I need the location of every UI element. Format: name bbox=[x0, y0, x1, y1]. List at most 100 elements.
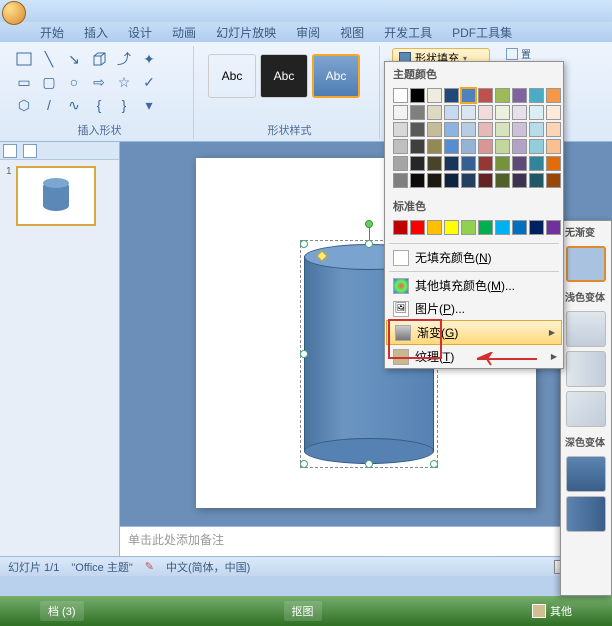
color-swatch[interactable] bbox=[529, 88, 544, 103]
color-swatch[interactable] bbox=[512, 88, 527, 103]
color-swatch[interactable] bbox=[393, 139, 408, 154]
tab-developer[interactable]: 开发工具 bbox=[374, 22, 442, 42]
standard-color-grid[interactable] bbox=[385, 218, 563, 241]
tab-slideshow[interactable]: 幻灯片放映 bbox=[206, 22, 286, 42]
shape-gallery[interactable]: ╲ ↘ ⤴ ✦ ▭ ▢ ○ ⇨ ☆ ✓ ⬡ / ∿ { } ▾ bbox=[12, 48, 187, 116]
color-swatch[interactable] bbox=[546, 220, 561, 235]
resize-handle[interactable] bbox=[365, 240, 373, 248]
taskbar-item[interactable]: 档 (3) bbox=[40, 601, 84, 621]
color-swatch[interactable] bbox=[461, 139, 476, 154]
no-fill-item[interactable]: 无填充颜色(N) bbox=[385, 246, 563, 269]
resize-handle[interactable] bbox=[365, 460, 373, 468]
resize-handle[interactable] bbox=[300, 350, 308, 358]
theme-color-grid[interactable] bbox=[385, 86, 563, 194]
shape-curve-icon[interactable]: ∿ bbox=[62, 94, 86, 116]
shape-freeform-icon[interactable]: ✦ bbox=[137, 48, 161, 70]
color-swatch[interactable] bbox=[546, 122, 561, 137]
color-swatch[interactable] bbox=[444, 88, 459, 103]
color-swatch[interactable] bbox=[529, 122, 544, 137]
no-gradient-thumb[interactable] bbox=[566, 246, 606, 282]
slides-tab-icon[interactable] bbox=[3, 144, 17, 158]
shape-line-icon[interactable]: ╲ bbox=[37, 48, 61, 70]
spellcheck-icon[interactable]: ✎ bbox=[145, 560, 154, 573]
color-swatch[interactable] bbox=[529, 105, 544, 120]
shape-cube-icon[interactable] bbox=[87, 48, 111, 70]
color-swatch[interactable] bbox=[427, 220, 442, 235]
rotate-handle[interactable] bbox=[365, 220, 373, 228]
color-swatch[interactable] bbox=[478, 88, 493, 103]
office-button[interactable] bbox=[2, 1, 26, 25]
color-swatch[interactable] bbox=[444, 220, 459, 235]
color-swatch[interactable] bbox=[410, 105, 425, 120]
color-swatch[interactable] bbox=[546, 88, 561, 103]
shape-more-icon[interactable]: ▾ bbox=[137, 94, 161, 116]
color-swatch[interactable] bbox=[444, 139, 459, 154]
taskbar-item[interactable]: 抠图 bbox=[284, 601, 322, 621]
gradient-thumb[interactable] bbox=[566, 351, 606, 387]
color-swatch[interactable] bbox=[495, 220, 510, 235]
color-swatch[interactable] bbox=[512, 105, 527, 120]
color-swatch[interactable] bbox=[461, 156, 476, 171]
picture-fill-item[interactable]: 🖼 图片(P)... bbox=[385, 297, 563, 320]
color-swatch[interactable] bbox=[393, 156, 408, 171]
color-swatch[interactable] bbox=[495, 173, 510, 188]
color-swatch[interactable] bbox=[444, 105, 459, 120]
color-swatch[interactable] bbox=[444, 173, 459, 188]
tab-review[interactable]: 审阅 bbox=[286, 22, 330, 42]
shape-connector-icon[interactable]: ⤴ bbox=[112, 48, 136, 70]
color-swatch[interactable] bbox=[393, 220, 408, 235]
color-swatch[interactable] bbox=[393, 88, 408, 103]
color-swatch[interactable] bbox=[478, 173, 493, 188]
color-swatch[interactable] bbox=[512, 139, 527, 154]
color-swatch[interactable] bbox=[410, 122, 425, 137]
shape-oval-icon[interactable]: ○ bbox=[62, 71, 86, 93]
color-swatch[interactable] bbox=[461, 88, 476, 103]
color-swatch[interactable] bbox=[495, 156, 510, 171]
taskbar-other[interactable]: 其他 bbox=[550, 603, 572, 619]
gradient-thumb[interactable] bbox=[566, 496, 606, 532]
color-swatch[interactable] bbox=[461, 105, 476, 120]
outline-tab-icon[interactable] bbox=[23, 144, 37, 158]
language-indicator[interactable]: 中文(简体，中国) bbox=[166, 559, 250, 575]
shape-rect-icon[interactable]: ▭ bbox=[12, 71, 36, 93]
panel-tabs[interactable] bbox=[0, 142, 119, 160]
bring-front-button[interactable]: 置 bbox=[506, 46, 531, 61]
color-swatch[interactable] bbox=[478, 105, 493, 120]
shape-approve-icon[interactable]: ✓ bbox=[137, 71, 161, 93]
color-swatch[interactable] bbox=[410, 220, 425, 235]
color-swatch[interactable] bbox=[495, 88, 510, 103]
color-swatch[interactable] bbox=[546, 105, 561, 120]
color-swatch[interactable] bbox=[410, 139, 425, 154]
shape-line2-icon[interactable]: / bbox=[37, 94, 61, 116]
color-swatch-icon[interactable] bbox=[532, 604, 546, 618]
color-swatch[interactable] bbox=[427, 105, 442, 120]
color-swatch[interactable] bbox=[478, 220, 493, 235]
color-swatch[interactable] bbox=[529, 220, 544, 235]
color-swatch[interactable] bbox=[461, 122, 476, 137]
resize-handle[interactable] bbox=[300, 460, 308, 468]
gradient-thumb[interactable] bbox=[566, 391, 606, 427]
more-colors-item[interactable]: 其他填充颜色(M)... bbox=[385, 274, 563, 297]
color-swatch[interactable] bbox=[410, 173, 425, 188]
style-thumb-1[interactable]: Abc bbox=[208, 54, 256, 98]
shape-roundrect-icon[interactable]: ▢ bbox=[37, 71, 61, 93]
style-thumb-2[interactable]: Abc bbox=[260, 54, 308, 98]
tab-view[interactable]: 视图 bbox=[330, 22, 374, 42]
color-swatch[interactable] bbox=[427, 173, 442, 188]
color-swatch[interactable] bbox=[410, 156, 425, 171]
color-swatch[interactable] bbox=[512, 220, 527, 235]
color-swatch[interactable] bbox=[427, 156, 442, 171]
color-swatch[interactable] bbox=[512, 122, 527, 137]
color-swatch[interactable] bbox=[444, 156, 459, 171]
color-swatch[interactable] bbox=[427, 139, 442, 154]
gradient-thumb[interactable] bbox=[566, 456, 606, 492]
resize-handle[interactable] bbox=[300, 240, 308, 248]
gradient-thumb[interactable] bbox=[566, 311, 606, 347]
tab-animation[interactable]: 动画 bbox=[162, 22, 206, 42]
tab-pdf[interactable]: PDF工具集 bbox=[442, 22, 522, 42]
color-swatch[interactable] bbox=[495, 139, 510, 154]
color-swatch[interactable] bbox=[461, 220, 476, 235]
slide-thumbnail-1[interactable] bbox=[16, 166, 96, 226]
tab-design[interactable]: 设计 bbox=[118, 22, 162, 42]
color-swatch[interactable] bbox=[461, 173, 476, 188]
